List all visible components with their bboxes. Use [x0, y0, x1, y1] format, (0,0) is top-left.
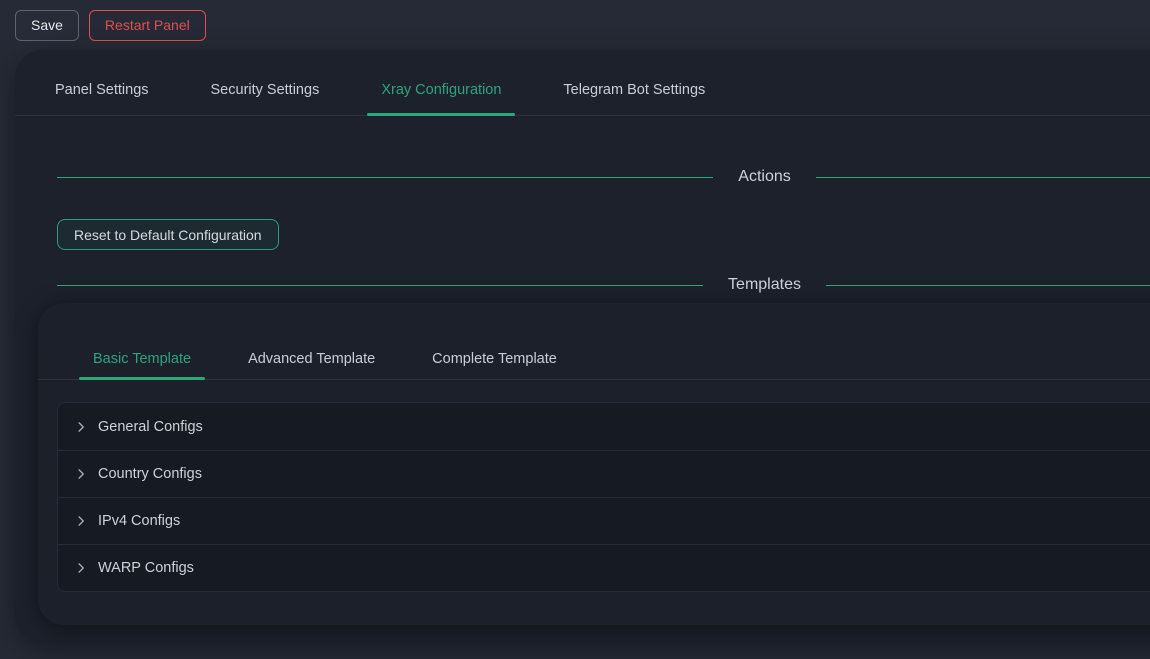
- templates-divider-label: Templates: [728, 276, 801, 294]
- top-toolbar: Save Restart Panel: [0, 0, 1150, 50]
- divider-line: [826, 285, 1150, 286]
- collapse-label: Country Configs: [98, 466, 202, 482]
- tab-panel-settings[interactable]: Panel Settings: [55, 82, 149, 115]
- restart-panel-button[interactable]: Restart Panel: [89, 10, 206, 41]
- collapse-warp-configs[interactable]: WARP Configs: [58, 544, 1150, 591]
- collapse-general-configs[interactable]: General Configs: [58, 403, 1150, 450]
- tab-xray-configuration[interactable]: Xray Configuration: [381, 82, 501, 115]
- tab-basic-template[interactable]: Basic Template: [93, 351, 191, 379]
- reset-default-config-button[interactable]: Reset to Default Configuration: [57, 219, 279, 250]
- tab-advanced-template[interactable]: Advanced Template: [248, 351, 375, 379]
- chevron-right-icon: [75, 468, 87, 480]
- config-collapse-list: General Configs Country Configs IPv4 Con…: [57, 402, 1150, 592]
- main-tab-bar: Panel Settings Security Settings Xray Co…: [15, 50, 1150, 116]
- collapse-label: WARP Configs: [98, 560, 194, 576]
- divider-line: [57, 285, 703, 286]
- chevron-right-icon: [75, 562, 87, 574]
- collapse-label: General Configs: [98, 419, 203, 435]
- divider-line: [816, 177, 1150, 178]
- tab-security-settings[interactable]: Security Settings: [211, 82, 320, 115]
- chevron-right-icon: [75, 515, 87, 527]
- save-button[interactable]: Save: [15, 10, 79, 41]
- actions-divider-label: Actions: [738, 168, 790, 186]
- chevron-right-icon: [75, 421, 87, 433]
- actions-divider: Actions: [57, 168, 1150, 186]
- templates-card: Basic Template Advanced Template Complet…: [38, 303, 1150, 625]
- templates-divider: Templates: [57, 276, 1150, 294]
- collapse-label: IPv4 Configs: [98, 513, 180, 529]
- collapse-country-configs[interactable]: Country Configs: [58, 450, 1150, 497]
- template-tab-bar: Basic Template Advanced Template Complet…: [38, 303, 1150, 380]
- collapse-ipv4-configs[interactable]: IPv4 Configs: [58, 497, 1150, 544]
- tab-telegram-bot-settings[interactable]: Telegram Bot Settings: [563, 82, 705, 115]
- divider-line: [57, 177, 713, 178]
- settings-panel: Panel Settings Security Settings Xray Co…: [15, 50, 1150, 640]
- tab-complete-template[interactable]: Complete Template: [432, 351, 557, 379]
